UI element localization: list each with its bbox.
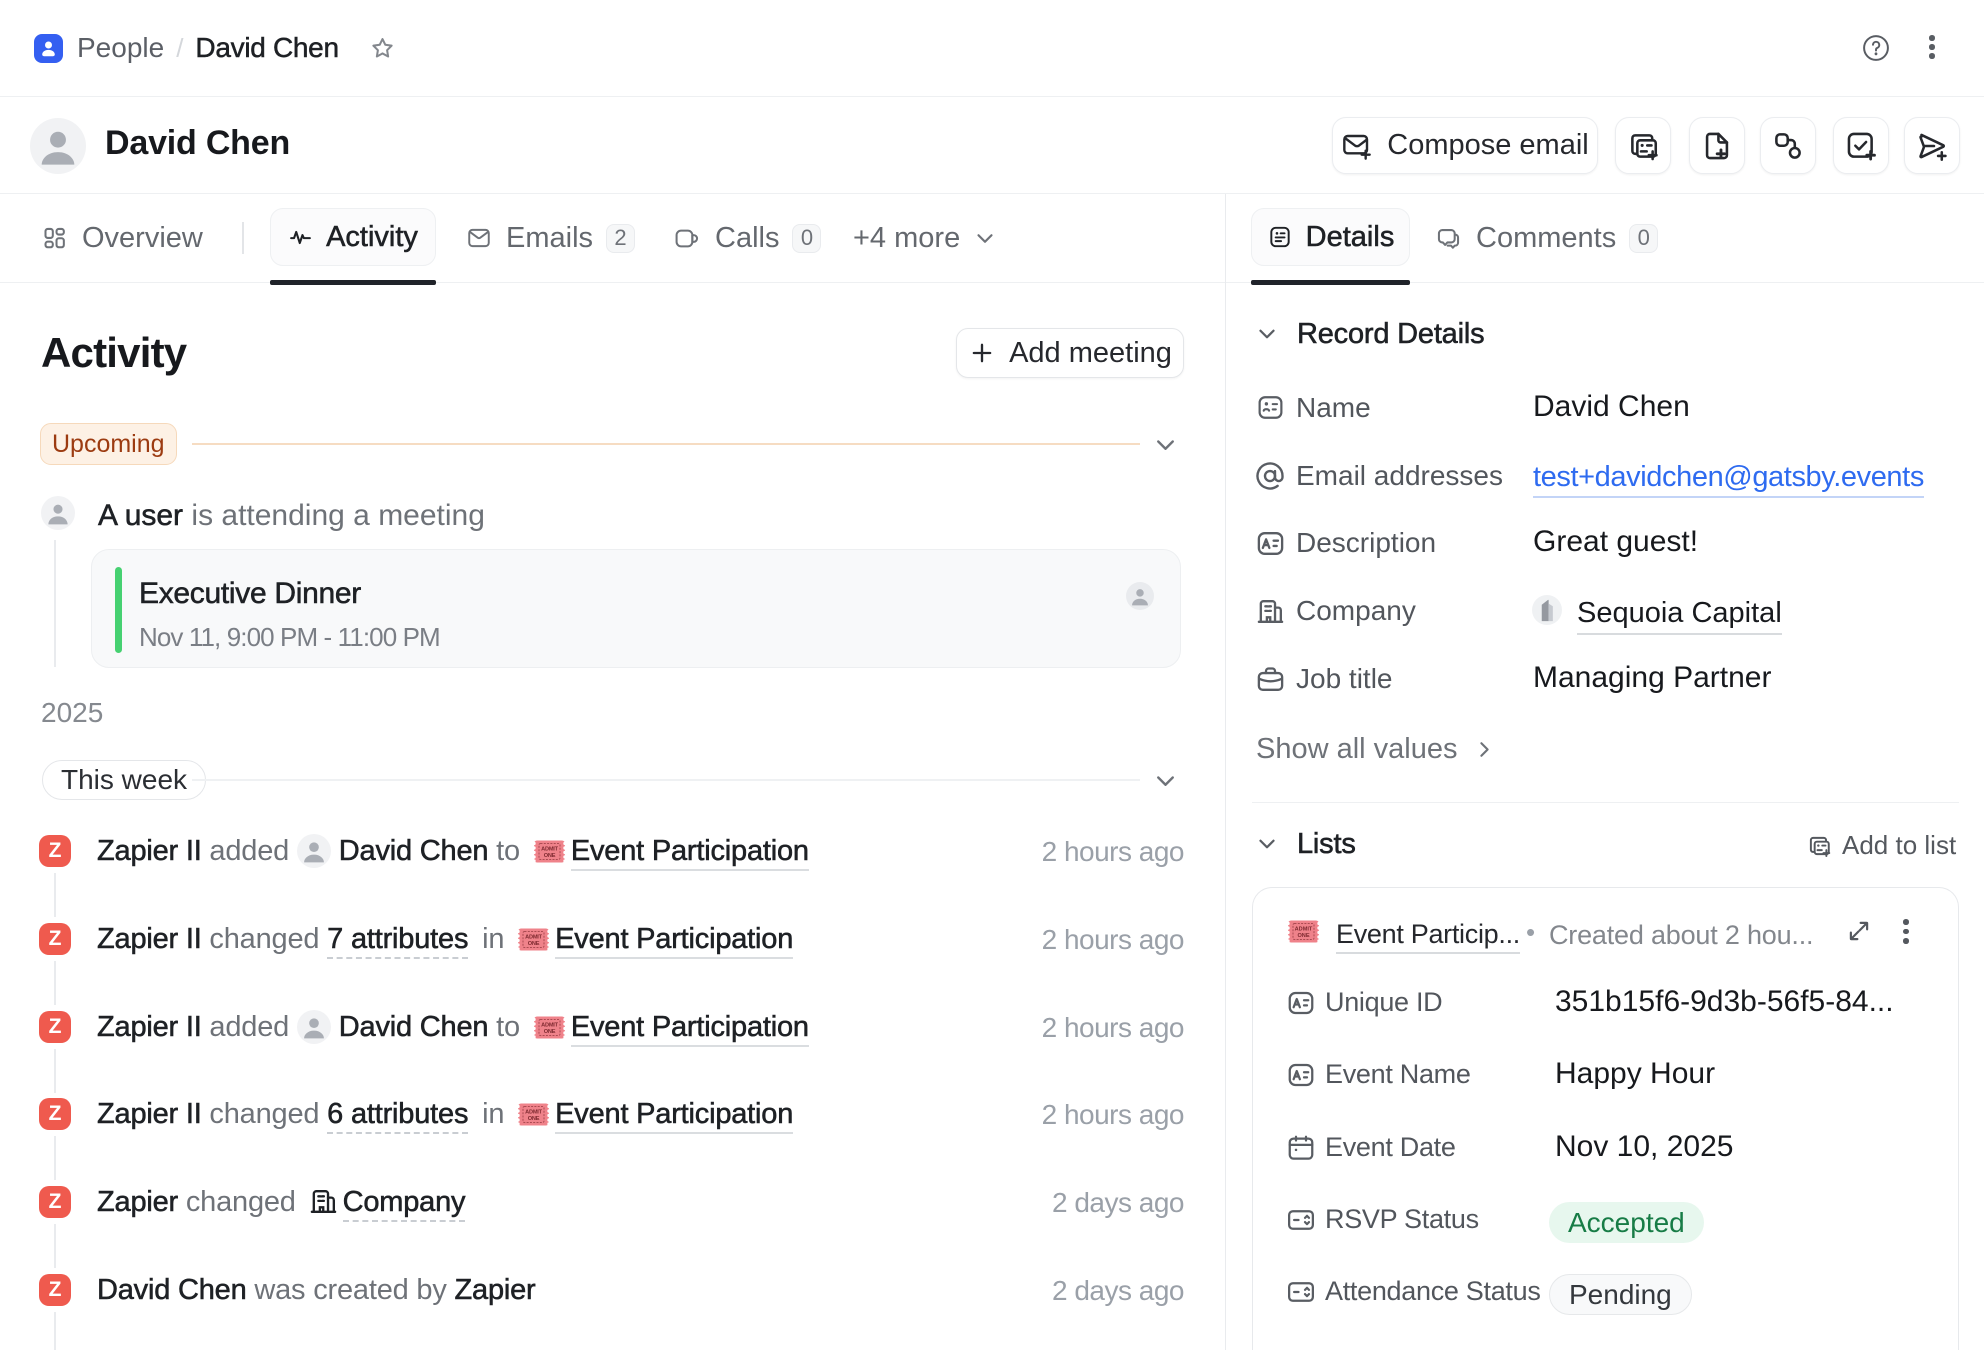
svg-text:ONE: ONE (528, 941, 540, 947)
svg-text:ADMIT: ADMIT (525, 935, 542, 941)
svg-text:ADMIT: ADMIT (541, 847, 558, 853)
svg-text:ONE: ONE (544, 1029, 556, 1035)
svg-text:ADMIT: ADMIT (1295, 927, 1313, 933)
svg-text:ADMIT: ADMIT (541, 1023, 558, 1029)
svg-text:ONE: ONE (1297, 933, 1309, 939)
svg-text:ONE: ONE (544, 853, 556, 859)
svg-text:ADMIT: ADMIT (525, 1110, 542, 1116)
svg-text:ONE: ONE (528, 1116, 540, 1122)
